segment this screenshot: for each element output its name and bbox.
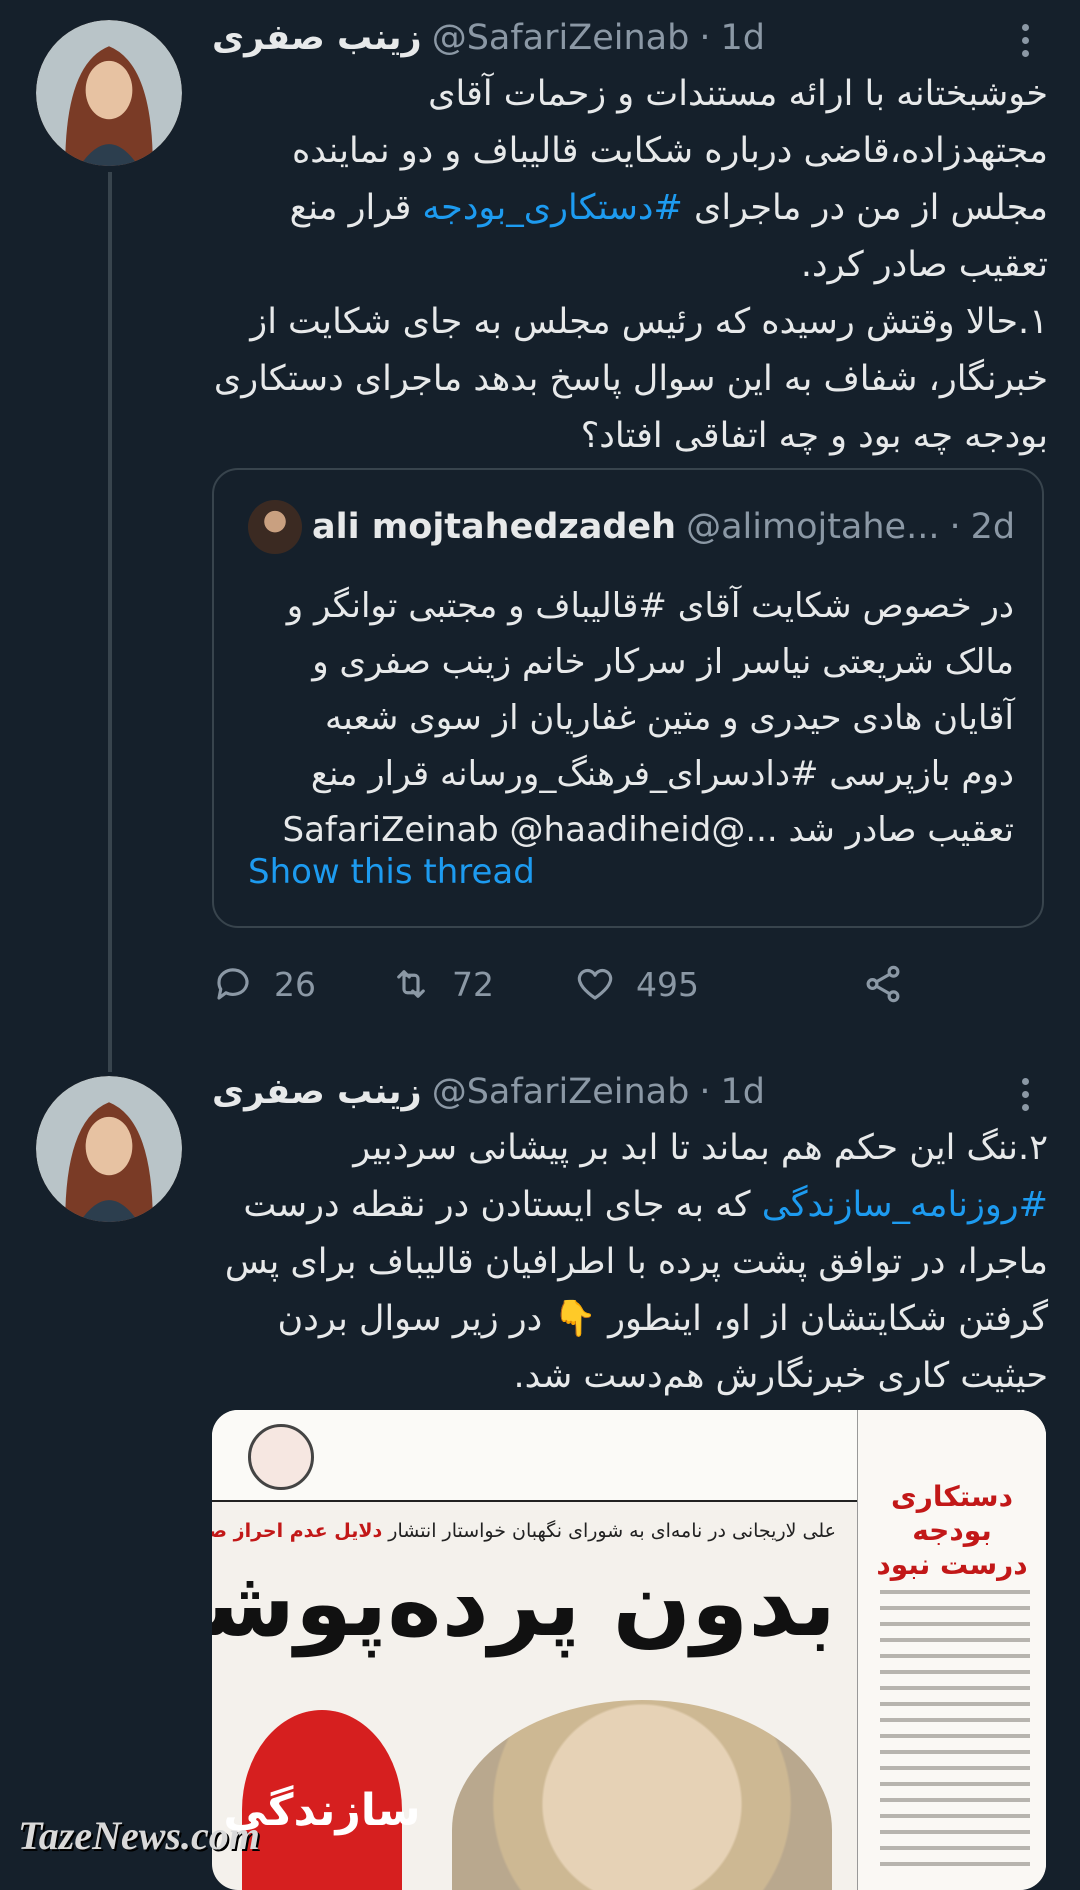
- text-line: [880, 1718, 1030, 1722]
- quoted-handle: @alimojtahe...: [686, 507, 940, 547]
- reply-count: 26: [274, 964, 316, 1004]
- newspaper-logo: سازندگی: [223, 1710, 421, 1890]
- heart-icon: [577, 968, 613, 1000]
- avatar-image: [36, 20, 182, 166]
- share-button[interactable]: [862, 960, 904, 1008]
- text-line: [880, 1622, 1030, 1626]
- text-line: [880, 1686, 1030, 1690]
- reply-button[interactable]: 26: [212, 960, 316, 1008]
- handle[interactable]: @SafariZeinab: [432, 1072, 690, 1112]
- reply-icon: [217, 968, 249, 1000]
- sub-prefix: علی لاریجانی در نامه‌ای به شورای نگهبان …: [388, 1520, 836, 1542]
- watermark: TazeNews.com: [18, 1813, 260, 1858]
- tweet-header: زینب صفری @SafariZeinab · 1d: [212, 14, 765, 62]
- text-line: [880, 1798, 1030, 1802]
- show-thread-link[interactable]: Show this thread: [248, 852, 535, 892]
- text-line: [880, 1766, 1030, 1770]
- quoted-header: ali mojtahedzadeh @alimojtahe... · 2d: [312, 500, 1015, 554]
- text-line: [880, 1606, 1030, 1610]
- text-line: [880, 1590, 1030, 1594]
- like-button[interactable]: 495: [574, 960, 699, 1008]
- attached-newspaper-image[interactable]: دستکاری بودجه درست نبود علی لاریجانی در …: [212, 1410, 1046, 1890]
- tweet-header: زینب صفری @SafariZeinab · 1d: [212, 1068, 765, 1116]
- separator: ·: [699, 18, 711, 58]
- retweet-button[interactable]: 72: [390, 960, 494, 1008]
- display-name[interactable]: زینب صفری: [212, 18, 422, 58]
- side-headline: دستکاری بودجه درست نبود: [876, 1480, 1028, 1581]
- share-icon: [866, 965, 900, 1003]
- text-segment: قرار منع تعقیب صادر کرد. ۱.حالا وقتش رسی…: [213, 188, 1048, 456]
- tweet-text: خوشبختانه با ارائه مستندات و زحمات آقای …: [208, 66, 1048, 465]
- text-line: [880, 1654, 1030, 1658]
- sub-highlight: دلایل عدم احراز صلاحیتش شد: [212, 1520, 383, 1542]
- newspaper-subheadline: علی لاریجانی در نامه‌ای به شورای نگهبان …: [212, 1520, 836, 1542]
- newspaper-side-column: دستکاری بودجه درست نبود: [857, 1410, 1046, 1890]
- text-line: [880, 1782, 1030, 1786]
- avatar-image: [36, 1076, 182, 1222]
- text-line: [880, 1862, 1030, 1866]
- display-name[interactable]: زینب صفری: [212, 1072, 422, 1112]
- timestamp[interactable]: 1d: [720, 18, 765, 58]
- more-options-icon[interactable]: [1010, 16, 1040, 64]
- hashtag-link[interactable]: #روزنامه_سازندگی: [762, 1185, 1048, 1225]
- like-count: 495: [636, 964, 699, 1004]
- text-line: [880, 1830, 1030, 1834]
- retweet-count: 72: [452, 964, 494, 1004]
- text-line: [880, 1846, 1030, 1850]
- more-options-icon[interactable]: [1010, 1070, 1040, 1118]
- separator: ·: [699, 1072, 711, 1112]
- handle[interactable]: @SafariZeinab: [432, 18, 690, 58]
- quoted-display-name: ali mojtahedzadeh: [312, 507, 677, 547]
- text-line: [880, 1638, 1030, 1642]
- thread-connector-line: [108, 172, 112, 1072]
- separator: ·: [949, 507, 961, 547]
- text-line: [880, 1734, 1030, 1738]
- newspaper-headline: بدون پرده‌پوشی: [212, 1550, 838, 1657]
- hashtag-link[interactable]: #دستکاری_بودجه: [422, 188, 682, 228]
- text-segment: ۲.ننگ این حکم هم بماند تا ابد بر پیشانی …: [353, 1128, 1048, 1168]
- tweet-actions: 26 72 495: [212, 960, 932, 1008]
- quoted-tweet-card[interactable]: ali mojtahedzadeh @alimojtahe... · 2d در…: [212, 468, 1044, 928]
- quoted-text: در خصوص شکایت آقای #قالیباف و مجتبی توان…: [282, 586, 1014, 850]
- text-line: [880, 1702, 1030, 1706]
- avatar[interactable]: [36, 1076, 182, 1222]
- quoted-timestamp: 2d: [970, 507, 1016, 547]
- tweet-text: ۲.ننگ این حکم هم بماند تا ابد بر پیشانی …: [208, 1120, 1048, 1405]
- text-line: [880, 1814, 1030, 1818]
- clock-icon: [248, 1424, 314, 1490]
- text-line: [880, 1670, 1030, 1674]
- cover-photo: [452, 1700, 832, 1890]
- retweet-icon: [397, 970, 425, 998]
- quoted-avatar: [248, 500, 302, 554]
- text-line: [880, 1750, 1030, 1754]
- timestamp[interactable]: 1d: [720, 1072, 765, 1112]
- avatar[interactable]: [36, 20, 182, 166]
